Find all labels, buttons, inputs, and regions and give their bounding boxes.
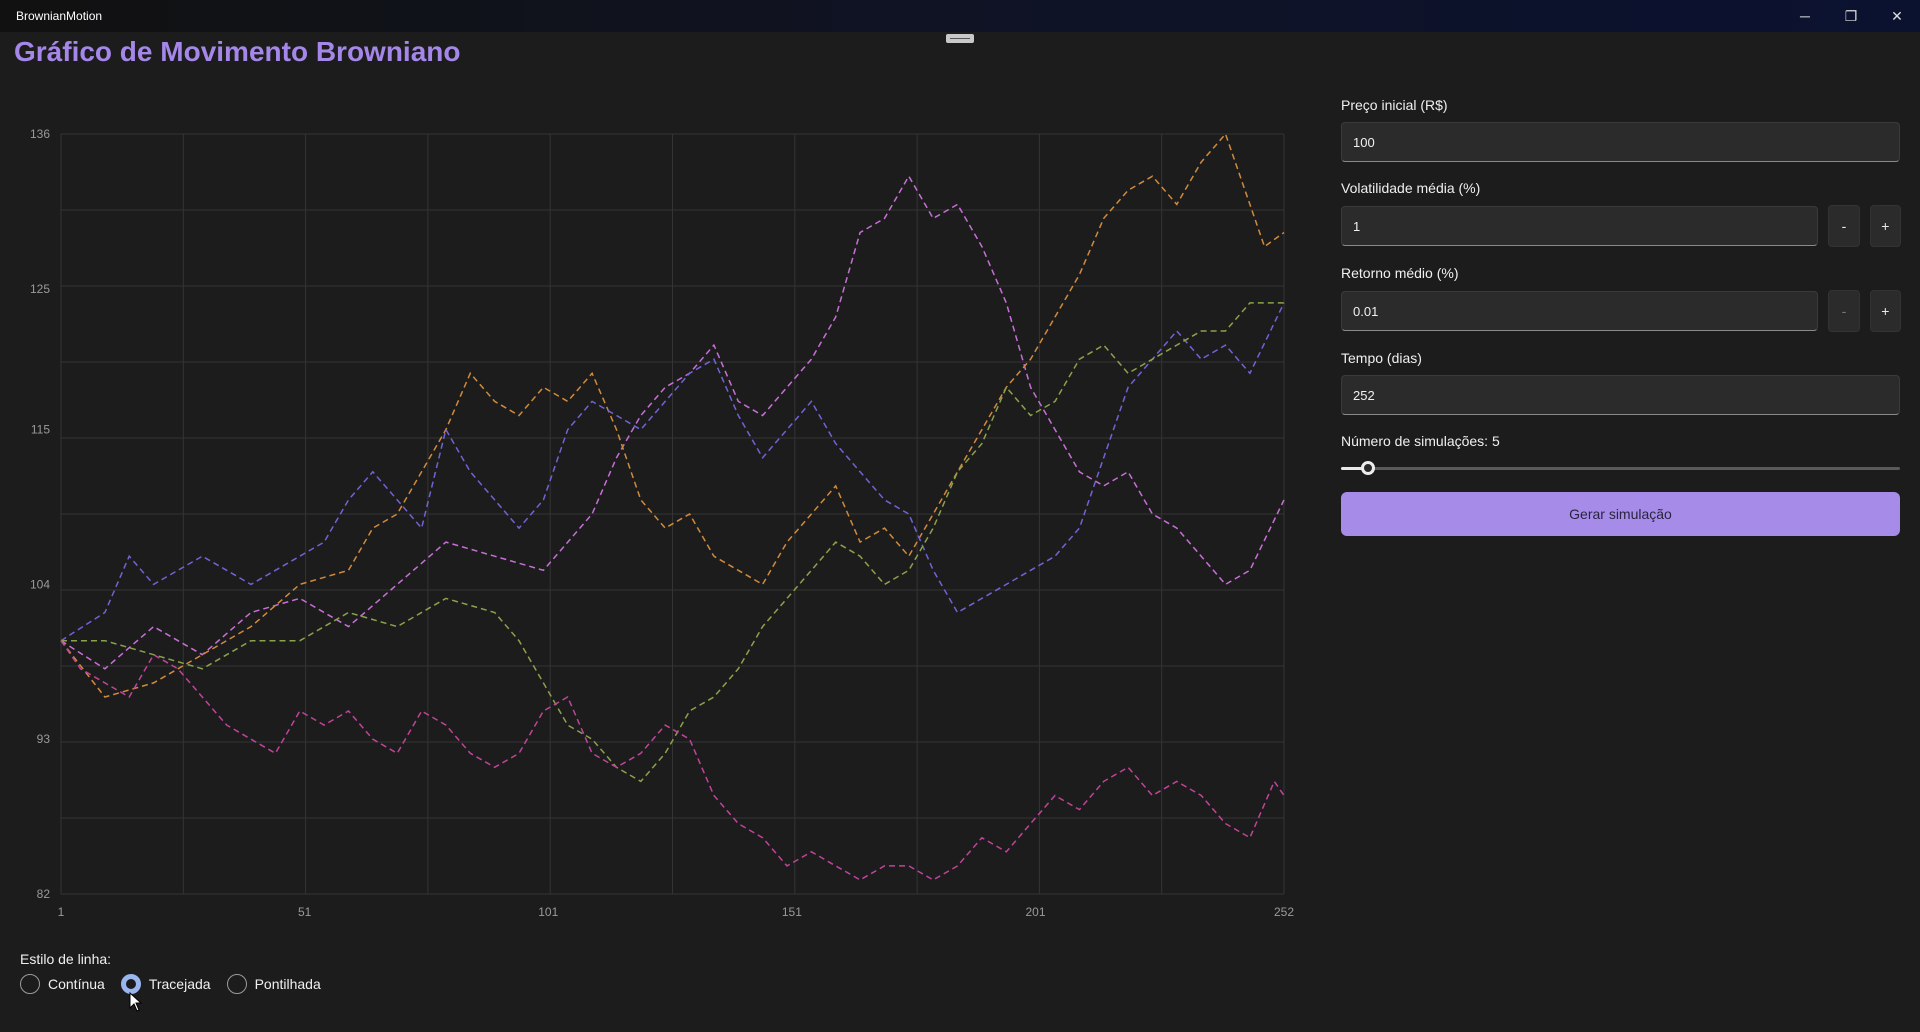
line-style-radio-group: Contínua Tracejada Pontilhada	[20, 974, 337, 994]
x-tick-label: 1	[58, 905, 65, 919]
x-tick-label: 151	[782, 905, 802, 919]
y-tick-label: 104	[30, 577, 50, 591]
slider-track	[1341, 467, 1900, 470]
mouse-cursor-icon	[129, 992, 143, 1012]
mean-return-input[interactable]	[1341, 291, 1819, 331]
volatility-decrement-button[interactable]: -	[1828, 205, 1860, 247]
y-tick-label: 82	[37, 887, 51, 901]
radio-dotted[interactable]: Pontilhada	[226, 974, 321, 994]
page-title: Gráfico de Movimento Browniano	[14, 36, 461, 67]
mean-return-decrement-button[interactable]: -	[1828, 290, 1860, 332]
initial-price-input[interactable]	[1341, 122, 1900, 162]
radio-dotted-label: Pontilhada	[254, 976, 321, 992]
title-bar: BrownianMotion ─ ❐ ✕	[0, 0, 1920, 32]
drag-handle-icon[interactable]	[946, 34, 974, 43]
volatility-input[interactable]	[1341, 206, 1819, 246]
y-tick-label: 115	[31, 423, 50, 437]
initial-price-label: Preço inicial (R$)	[1341, 97, 1448, 113]
x-tick-label: 252	[1274, 905, 1294, 919]
x-tick-label: 51	[298, 905, 312, 919]
y-tick-label: 125	[30, 282, 50, 296]
mean-return-increment-button[interactable]: +	[1869, 290, 1902, 332]
mean-return-label: Retorno médio (%)	[1341, 265, 1459, 281]
time-days-label: Tempo (dias)	[1341, 350, 1422, 366]
radio-unchecked-icon[interactable]	[226, 974, 247, 994]
minimize-icon[interactable]: ─	[1782, 0, 1828, 32]
y-tick-label: 93	[37, 732, 51, 746]
restore-icon[interactable]: ❐	[1828, 0, 1874, 32]
radio-unchecked-icon[interactable]	[20, 974, 40, 994]
radio-continuous[interactable]: Contínua	[20, 974, 105, 994]
generate-simulation-button[interactable]: Gerar simulação	[1341, 492, 1900, 536]
window-controls: ─ ❐ ✕	[1782, 0, 1920, 32]
radio-dashed-label: Tracejada	[148, 976, 211, 992]
line-style-label: Estilo de linha:	[20, 951, 112, 967]
volatility-label: Volatilidade média (%)	[1341, 180, 1481, 196]
simulations-slider[interactable]	[1341, 458, 1900, 478]
brownian-chart: 82931041151251361 51 101 151 201 252	[30, 127, 1294, 919]
simulations-label: Número de simulações: 5	[1341, 433, 1500, 449]
window-title: BrownianMotion	[16, 9, 103, 23]
radio-continuous-label: Contínua	[48, 976, 105, 992]
close-icon[interactable]: ✕	[1874, 0, 1920, 32]
controls-panel: Preço inicial (R$) Volatilidade média (%…	[1341, 96, 1902, 536]
slider-thumb[interactable]	[1361, 461, 1375, 475]
y-tick-label: 136	[30, 127, 50, 141]
time-days-input[interactable]	[1341, 375, 1900, 415]
x-tick-label: 201	[1025, 905, 1045, 919]
radio-checked-icon[interactable]	[120, 974, 141, 994]
radio-dashed[interactable]: Tracejada	[120, 974, 211, 994]
x-tick-label: 101	[538, 905, 558, 919]
volatility-increment-button[interactable]: +	[1869, 205, 1902, 247]
